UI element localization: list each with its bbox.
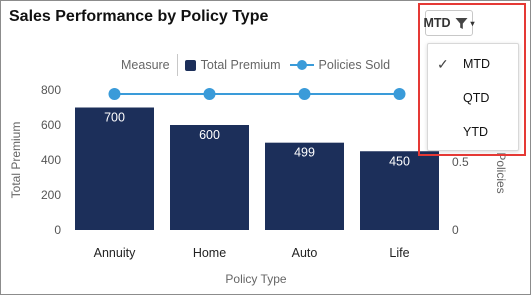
period-dropdown-menu: ✓ MTD QTD YTD bbox=[427, 43, 519, 151]
period-selected-value: MTD bbox=[423, 16, 451, 30]
line-point bbox=[393, 88, 406, 100]
y-right-tick-label: 0 bbox=[452, 223, 459, 237]
x-tick-label: Home bbox=[193, 246, 226, 260]
bar-data-label: 700 bbox=[104, 111, 125, 125]
bar bbox=[75, 107, 154, 230]
y-axis-title: Total Premium bbox=[9, 122, 23, 199]
y-tick-label: 800 bbox=[41, 83, 61, 97]
bar-data-label: 499 bbox=[294, 146, 315, 160]
filter-icon bbox=[455, 17, 468, 30]
y-tick-label: 400 bbox=[41, 153, 61, 167]
menu-item-label: YTD bbox=[463, 125, 488, 139]
line-point bbox=[108, 88, 121, 100]
chevron-down-icon: ▾ bbox=[470, 18, 475, 28]
checkmark-icon: ✓ bbox=[437, 56, 449, 72]
menu-item-ytd[interactable]: YTD bbox=[428, 122, 518, 142]
menu-item-label: MTD bbox=[463, 57, 491, 71]
menu-item-qtd[interactable]: QTD bbox=[428, 88, 518, 108]
line-point bbox=[298, 88, 311, 100]
period-dropdown-button[interactable]: MTD ▾ bbox=[423, 10, 475, 36]
y-tick-label: 600 bbox=[41, 118, 61, 132]
x-tick-label: Life bbox=[389, 246, 409, 260]
x-tick-label: Annuity bbox=[94, 246, 136, 260]
x-axis-title: Policy Type bbox=[225, 272, 286, 286]
y-tick-label: 0 bbox=[54, 223, 61, 237]
y-right-tick-label: 0.5 bbox=[452, 155, 469, 169]
y-right-axis-title: Policies bbox=[494, 152, 508, 193]
y-tick-label: 200 bbox=[41, 188, 61, 202]
menu-item-label: QTD bbox=[463, 91, 490, 105]
chart-card: Sales Performance by Policy Type Measure… bbox=[0, 0, 531, 295]
bar-data-label: 450 bbox=[389, 154, 410, 168]
line-point bbox=[203, 88, 216, 100]
x-tick-label: Auto bbox=[292, 246, 318, 260]
menu-item-mtd[interactable]: ✓ MTD bbox=[428, 54, 518, 74]
bar-data-label: 600 bbox=[199, 128, 220, 142]
